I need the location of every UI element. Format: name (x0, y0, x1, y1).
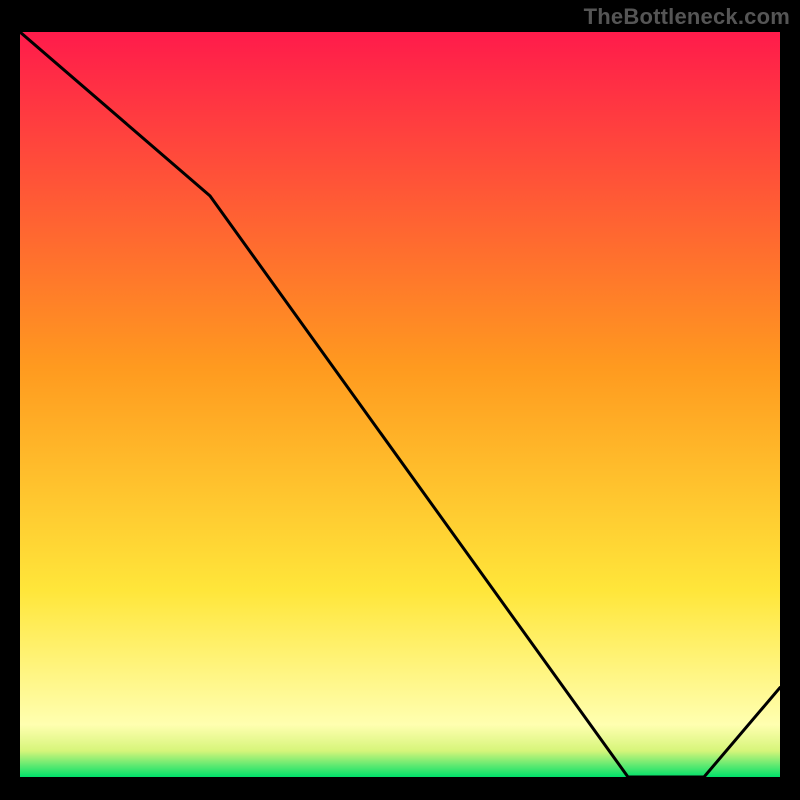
bottleneck-plot (20, 32, 780, 777)
attribution-text: TheBottleneck.com (584, 4, 790, 30)
gradient-background (20, 32, 780, 777)
chart-stage: TheBottleneck.com (0, 0, 800, 800)
